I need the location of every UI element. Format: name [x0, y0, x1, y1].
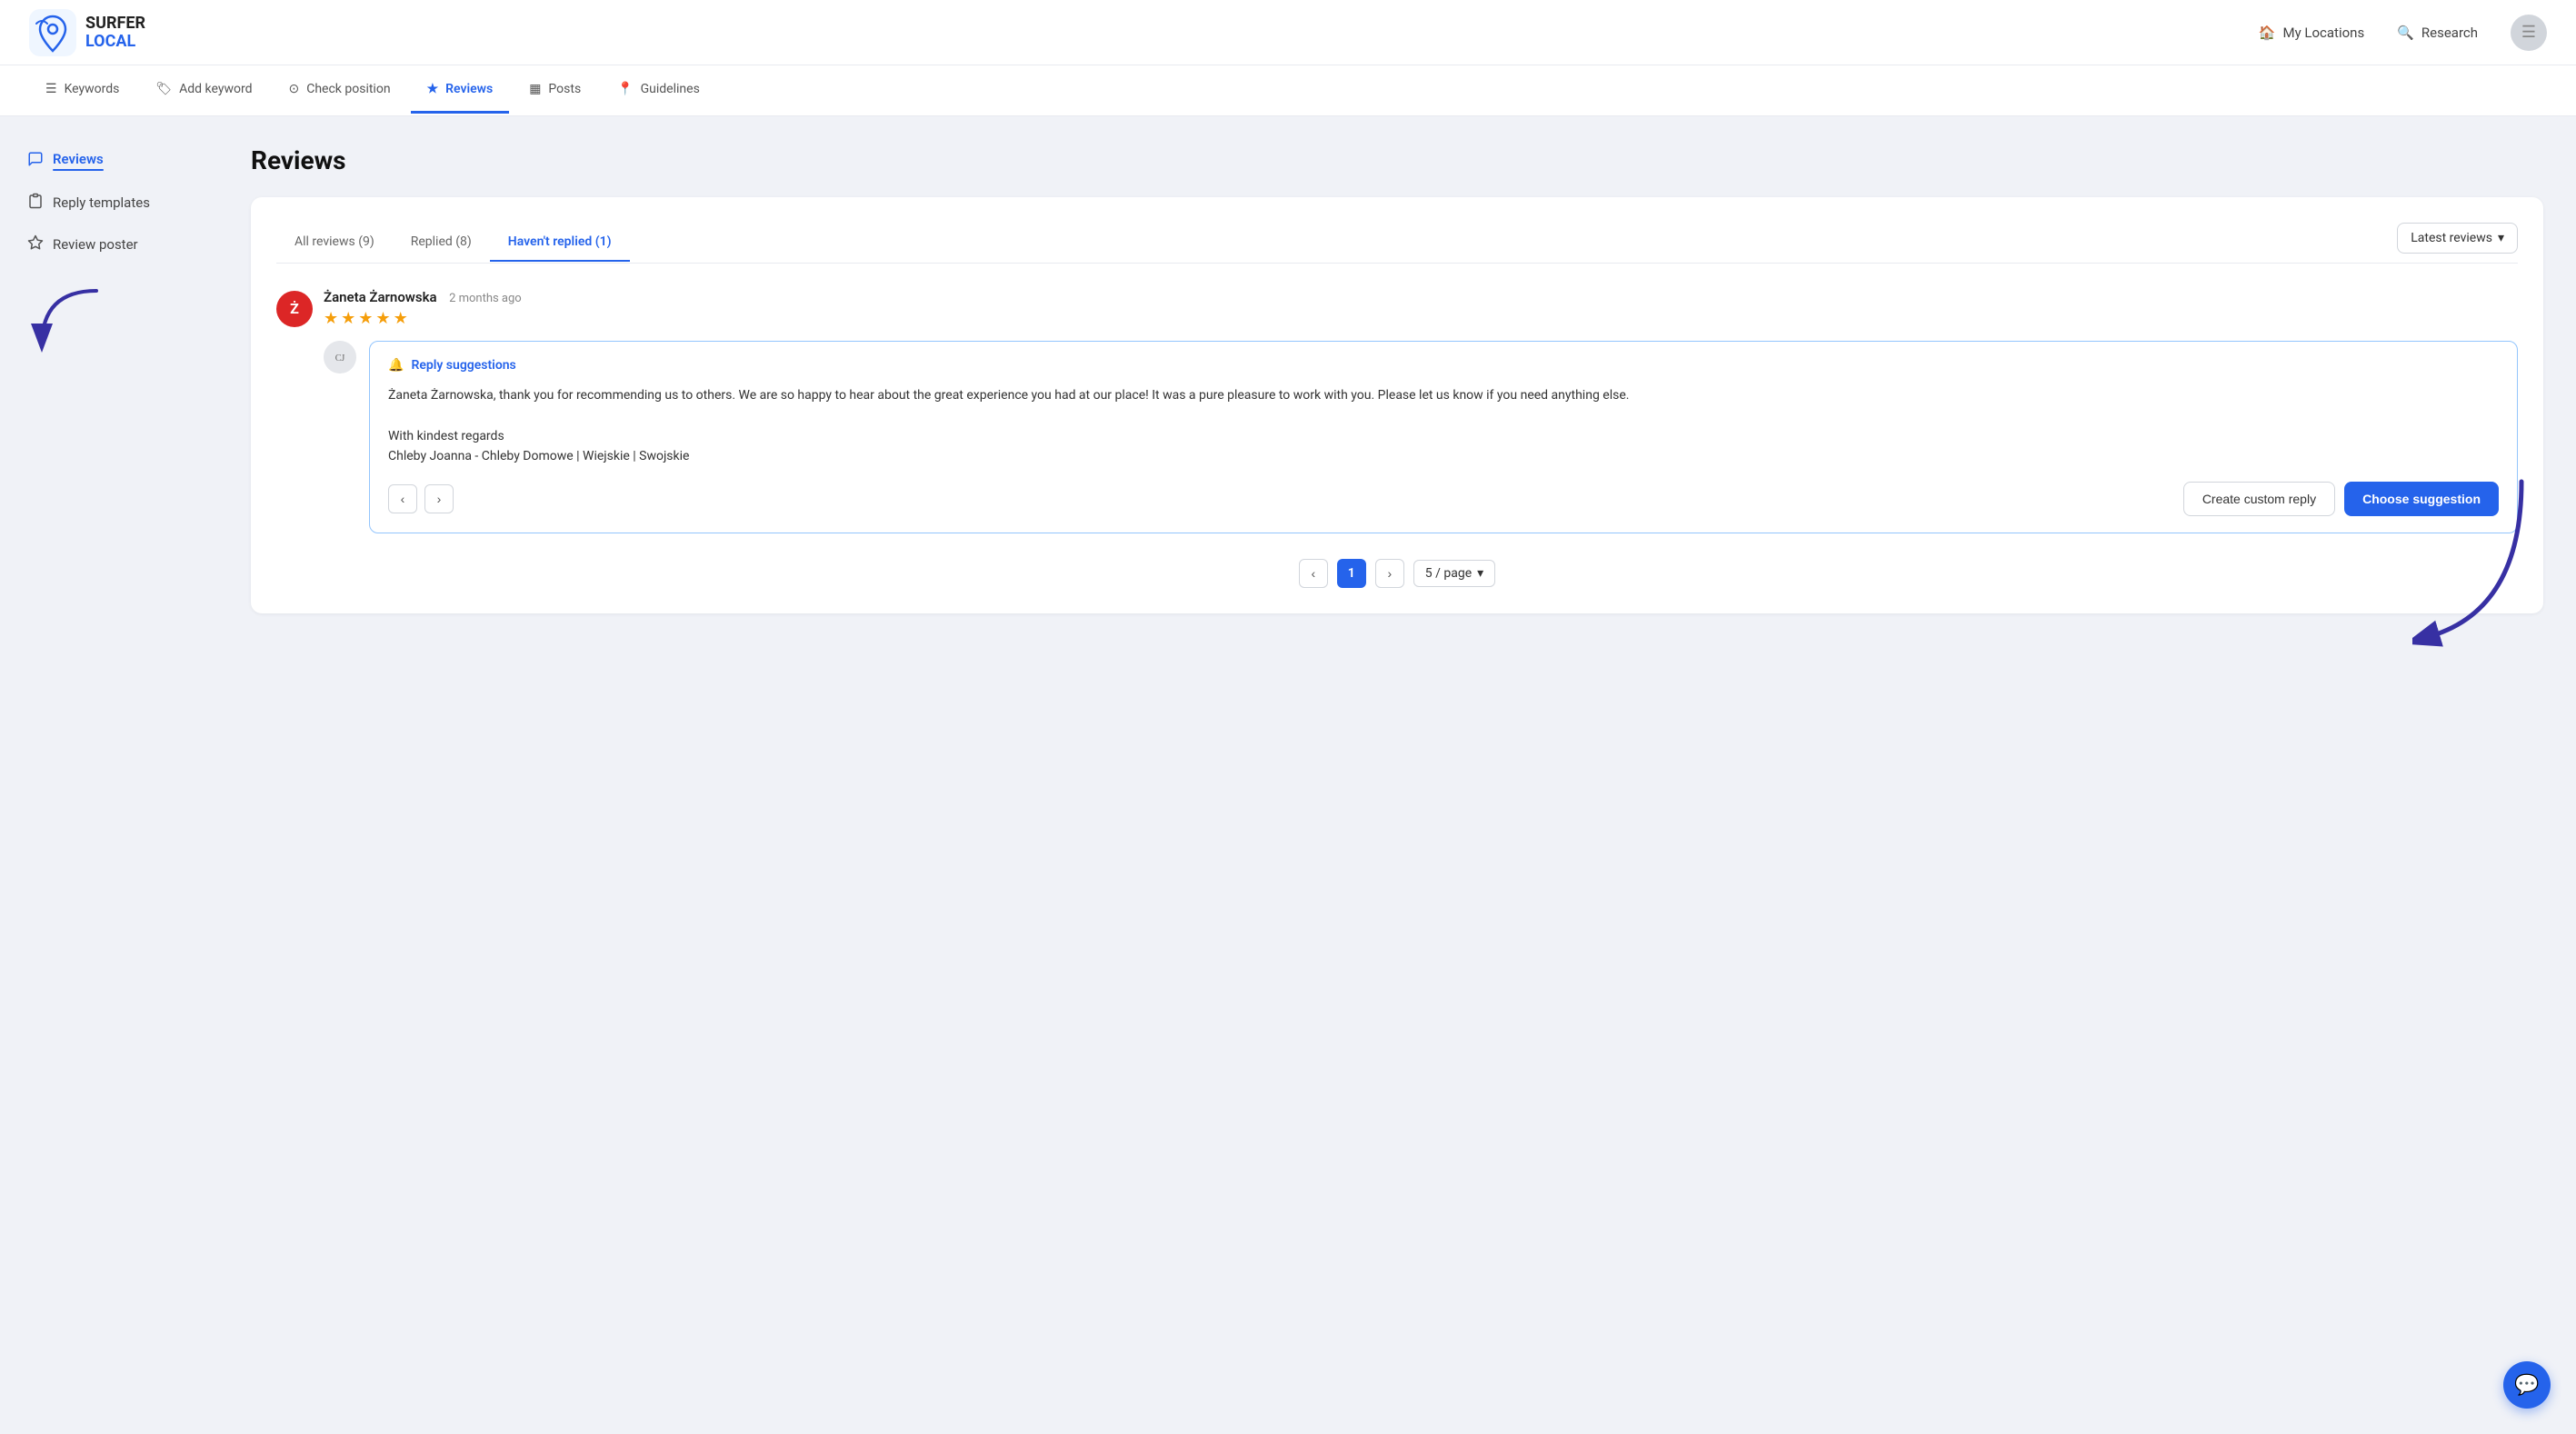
tab-havent-replied[interactable]: Haven't replied (1): [490, 224, 630, 262]
topnav-check-position[interactable]: ⊙ Check position: [273, 67, 407, 114]
create-custom-reply-button[interactable]: Create custom reply: [2183, 482, 2335, 516]
user-avatar[interactable]: ☰: [2511, 15, 2547, 51]
sort-label: Latest reviews: [2411, 231, 2492, 245]
chat-icon: [27, 151, 44, 171]
topnav-keywords[interactable]: ☰ Keywords: [29, 67, 135, 114]
business-logo-icon: CJ: [324, 341, 356, 373]
header-nav: 🏠 My Locations 🔍 Research ☰: [2259, 15, 2547, 51]
star-2: ★: [341, 309, 355, 328]
topnav-posts[interactable]: ▦ Posts: [513, 67, 597, 114]
prev-page-button[interactable]: ‹: [1299, 559, 1328, 588]
reviewer-time: 2 months ago: [449, 292, 522, 305]
clipboard-icon: [27, 193, 44, 213]
reviewer-name: Żaneta Żarnowska: [324, 289, 437, 305]
chevron-down-icon: ▾: [1477, 566, 1483, 581]
star-5: ★: [394, 309, 408, 328]
next-page-button[interactable]: ›: [1375, 559, 1404, 588]
bell-icon: 🔔: [388, 358, 404, 373]
sidebar-item-review-poster[interactable]: Review poster: [15, 225, 204, 264]
action-buttons: Create custom reply Choose suggestion: [2183, 482, 2499, 516]
next-suggestion-button[interactable]: ›: [424, 484, 454, 513]
topnav: ☰ Keywords 🏷 Add keyword ⊙ Check positio…: [0, 65, 2576, 116]
nav-arrows: ‹ ›: [388, 484, 454, 513]
star-badge-icon: [27, 234, 44, 254]
sidebar-reviews-label: Reviews: [53, 151, 104, 167]
logo[interactable]: SURFER LOCAL: [29, 9, 145, 56]
prev-suggestion-button[interactable]: ‹: [388, 484, 417, 513]
chevron-down-icon: ▾: [2498, 231, 2504, 245]
reviewer-avatar: Ż: [276, 291, 313, 327]
sidebar: Reviews Reply templates Review: [0, 116, 218, 1434]
logo-icon: [29, 9, 76, 56]
topnav-add-keyword[interactable]: 🏷 Add keyword: [139, 67, 268, 114]
suggestion-box: 🔔 Reply suggestions Żaneta Żarnowska, th…: [369, 341, 2518, 533]
sidebar-reply-templates-label: Reply templates: [53, 194, 150, 211]
main-content: Reviews All reviews (9) Replied (8) Have…: [218, 116, 2576, 1434]
map-pin-icon: 📍: [617, 82, 633, 96]
page-title: Reviews: [251, 145, 2543, 175]
pagination: ‹ 1 › 5 / page ▾: [276, 559, 2518, 588]
tag-icon: 🏷: [155, 82, 172, 96]
topnav-reviews[interactable]: ★ Reviews: [411, 67, 510, 114]
reviewer-row: Ż Żaneta Żarnowska 2 months ago ★ ★ ★ ★ …: [276, 289, 2518, 328]
sidebar-item-reply-templates[interactable]: Reply templates: [15, 184, 204, 222]
per-page-dropdown[interactable]: 5 / page ▾: [1413, 560, 1495, 587]
choose-suggestion-button[interactable]: Choose suggestion: [2344, 482, 2499, 516]
star-1: ★: [324, 309, 338, 328]
suggestion-body: Żaneta Żarnowska, thank you for recommen…: [388, 385, 2499, 467]
star-3: ★: [358, 309, 373, 328]
home-icon: 🏠: [2259, 25, 2276, 41]
reviews-card: All reviews (9) Replied (8) Haven't repl…: [251, 197, 2543, 613]
svg-text:CJ: CJ: [335, 354, 345, 363]
tabs-group: All reviews (9) Replied (8) Haven't repl…: [276, 224, 630, 262]
logo-text: SURFER LOCAL: [85, 15, 145, 51]
sidebar-review-poster-label: Review poster: [53, 236, 138, 253]
grid-icon: ▦: [529, 82, 541, 96]
sidebar-item-reviews[interactable]: Reviews: [15, 142, 204, 180]
arrow-annotation-left: [15, 282, 115, 354]
business-avatar: CJ: [324, 341, 356, 373]
tab-all-reviews[interactable]: All reviews (9): [276, 224, 393, 262]
main-layout: Reviews Reply templates Review: [0, 116, 2576, 1434]
suggestion-footer: ‹ › Create custom reply Choose suggestio…: [388, 482, 2499, 516]
search-icon: 🔍: [2397, 25, 2414, 41]
my-locations-link[interactable]: 🏠 My Locations: [2259, 25, 2364, 41]
chat-bubble-icon: 💬: [2514, 1374, 2539, 1397]
star-icon: ★: [427, 82, 439, 96]
header: SURFER LOCAL 🏠 My Locations 🔍 Research ☰: [0, 0, 2576, 65]
star-4: ★: [375, 309, 390, 328]
review-item: Ż Żaneta Żarnowska 2 months ago ★ ★ ★ ★ …: [276, 289, 2518, 533]
suggestion-header: 🔔 Reply suggestions: [388, 358, 2499, 373]
star-rating: ★ ★ ★ ★ ★: [324, 309, 522, 328]
chat-button[interactable]: 💬: [2503, 1361, 2551, 1409]
target-icon: ⊙: [289, 82, 300, 96]
menu-icon: ☰: [2521, 23, 2536, 42]
reply-box-wrap: CJ 🔔 Reply suggestions Żaneta Żarnowska,…: [276, 341, 2518, 533]
sort-dropdown[interactable]: Latest reviews ▾: [2397, 223, 2518, 254]
tabs-row: All reviews (9) Replied (8) Haven't repl…: [276, 223, 2518, 264]
topnav-guidelines[interactable]: 📍 Guidelines: [601, 67, 716, 114]
current-page: 1: [1337, 559, 1366, 588]
tab-replied[interactable]: Replied (8): [393, 224, 490, 262]
list-icon: ☰: [45, 82, 57, 96]
research-link[interactable]: 🔍 Research: [2397, 25, 2478, 41]
reviewer-info: Żaneta Żarnowska 2 months ago ★ ★ ★ ★ ★: [324, 289, 522, 328]
